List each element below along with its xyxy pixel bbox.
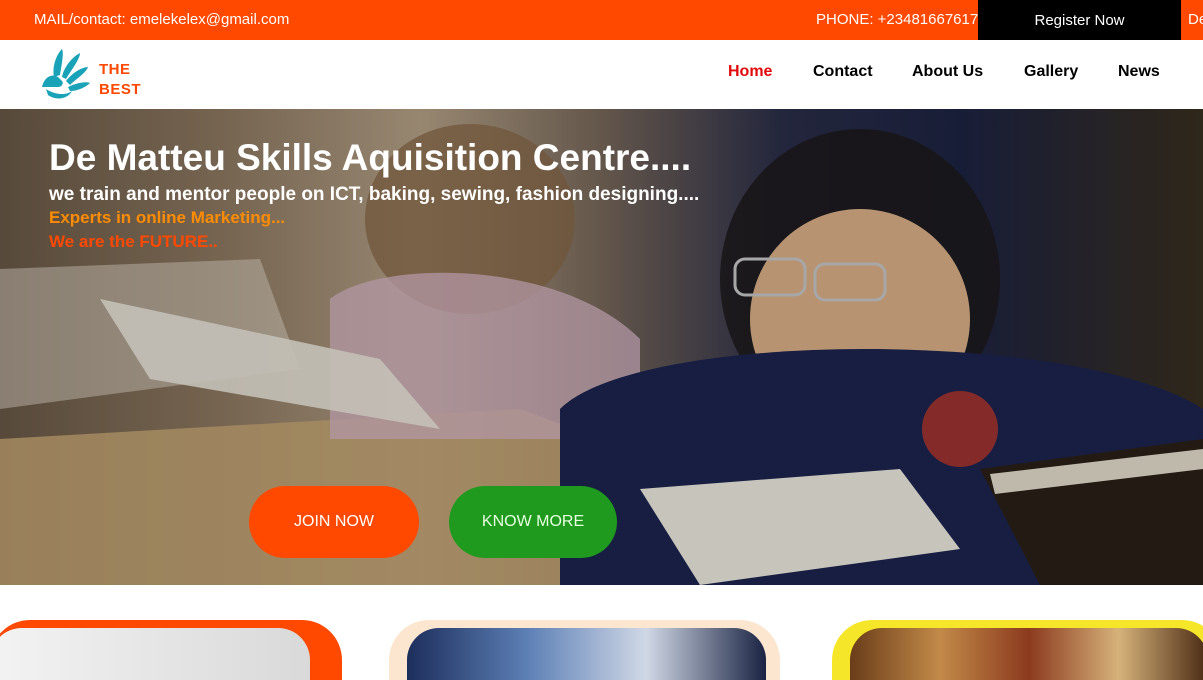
know-more-button[interactable]: KNOW MORE xyxy=(449,486,617,558)
feature-card-3-image xyxy=(850,628,1203,680)
feature-card-2[interactable] xyxy=(389,620,780,680)
hero-tagline-future: We are the FUTURE.. xyxy=(49,232,218,251)
hero-subtitle: we train and mentor people on ICT, bakin… xyxy=(49,184,700,205)
join-now-button[interactable]: JOIN NOW xyxy=(249,486,419,558)
top-bar-overflow-text: De xyxy=(1188,11,1203,28)
nav-about-us[interactable]: About Us xyxy=(912,63,983,81)
logo-text-the: THE xyxy=(99,61,131,78)
hero-title: De Matteu Skills Aquisition Centre.... xyxy=(49,137,692,178)
feature-card-2-image xyxy=(407,628,766,680)
site-logo[interactable]: THE BEST xyxy=(38,47,158,103)
register-now-button[interactable]: Register Now xyxy=(978,0,1181,40)
top-bar: MAIL/contact: emelekelex@gmail.com PHONE… xyxy=(0,0,1203,40)
main-navbar: THE BEST Home Contact About Us Gallery N… xyxy=(0,40,1203,109)
feature-card-1[interactable] xyxy=(0,620,342,680)
logo-text-best: BEST xyxy=(99,81,142,98)
hero-banner: De Matteu Skills Aquisition Centre.... w… xyxy=(0,109,1203,585)
nav-news[interactable]: News xyxy=(1118,63,1160,81)
hand-icon xyxy=(42,49,90,99)
feature-card-3[interactable] xyxy=(832,620,1203,680)
contact-email: MAIL/contact: emelekelex@gmail.com xyxy=(34,11,290,28)
nav-gallery[interactable]: Gallery xyxy=(1024,63,1078,81)
feature-card-1-image xyxy=(0,628,310,680)
nav-home[interactable]: Home xyxy=(728,63,772,81)
hero-tagline-marketing: Experts in online Marketing... xyxy=(49,208,286,227)
contact-phone: PHONE: +23481667617 xyxy=(816,11,978,28)
nav-contact[interactable]: Contact xyxy=(813,63,873,81)
